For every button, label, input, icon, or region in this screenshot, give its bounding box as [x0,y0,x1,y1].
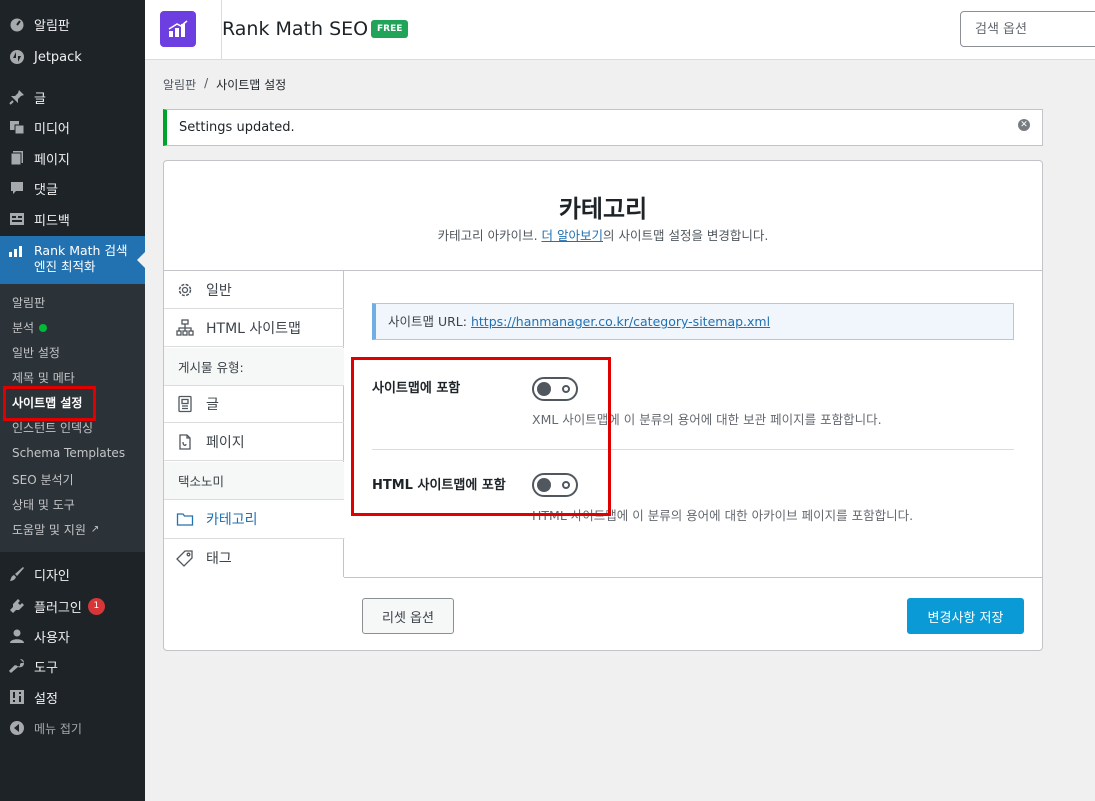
settings-updated-notice: Settings updated. ✕ [163,109,1043,146]
sidebar-item-appearance[interactable]: 디자인 [0,559,145,589]
submenu-seo-analyzer[interactable]: SEO 분석기 [12,471,74,488]
sidebar-item-users[interactable]: 사용자 [0,621,145,651]
dashboard-icon [0,16,34,32]
tab-tags[interactable]: 태그 [164,539,344,577]
settings-tabs: 일반 HTML 사이트맵 게시물 유형: 글 페이지 택소노미 카테고리 태그 [164,271,345,577]
learn-more-link[interactable]: 더 알아보기 [542,228,603,243]
sidebar-item-rank-math[interactable]: Rank Math 검색 엔진 최적화 [0,236,145,284]
sidebar-item-settings[interactable]: 설정 [0,682,145,712]
pin-icon [0,89,34,105]
collapse-icon [0,720,34,736]
tab-group-taxonomies: 택소노미 [164,462,344,500]
plugin-icon [0,598,34,614]
search-options-input[interactable] [961,12,1095,46]
breadcrumb-home[interactable]: 알림판 [163,76,196,93]
reset-options-button[interactable]: 리셋 옵션 [362,598,454,634]
post-icon [164,395,206,413]
notice-text: Settings updated. [179,120,295,135]
brush-icon [0,566,34,582]
dismiss-notice-icon[interactable]: ✕ [1018,119,1030,131]
tab-pages[interactable]: 페이지 [164,423,344,461]
sidebar-item-comments[interactable]: 댓글 [0,173,145,203]
breadcrumb-current: 사이트맵 설정 [216,78,287,92]
sidebar-item-pages[interactable]: 페이지 [0,143,145,173]
jetpack-icon [0,49,34,65]
sidebar-item-jetpack[interactable]: Jetpack [0,42,145,72]
comments-icon [0,180,34,196]
sidebar-item-feedback[interactable]: 피드백 [0,204,145,234]
submenu-schema-templates[interactable]: Schema Templates [12,446,125,460]
submenu-help-support[interactable]: 도움말 및 지원 ↗ [12,521,99,538]
submenu-general-settings[interactable]: 일반 설정 [12,344,60,361]
current-menu-arrow [137,252,145,268]
search-options-box[interactable] [960,11,1095,47]
folder-icon [164,511,206,527]
sidebar-item-dashboard[interactable]: 알림판 [0,9,145,39]
plugin-header: Rank Math SEO FREE [145,0,1095,60]
free-badge: FREE [371,20,409,38]
wrench-icon [0,658,34,674]
admin-sidebar: 알림판 Jetpack 글 미디어 페이지 댓글 피드백 Rank Math 검… [0,0,145,801]
sidebar-item-plugins[interactable]: 플러그인 1 [0,591,145,621]
tab-html-sitemap[interactable]: HTML 사이트맵 [164,309,344,347]
feedback-icon [0,211,34,227]
tab-categories[interactable]: 카테고리 [164,500,345,539]
tab-general[interactable]: 일반 [164,271,344,309]
submenu-titles-meta[interactable]: 제목 및 메타 [12,369,75,386]
tag-icon [164,549,206,567]
pages-icon [0,150,34,166]
tab-posts[interactable]: 글 [164,385,344,423]
panel-footer: 리셋 옵션 변경사항 저장 [344,577,1042,650]
highlight-box-sidebar [3,386,96,421]
sidebar-item-posts[interactable]: 글 [0,82,145,112]
sitemap-url-box: 사이트맵 URL: https://hanmanager.co.kr/categ… [372,303,1014,340]
highlight-box-options [351,357,611,516]
sidebar-item-media[interactable]: 미디어 [0,112,145,142]
page-description: 카테고리 아카이브. 더 알아보기의 사이트맵 설정을 변경합니다. [437,228,769,243]
gear-icon [164,281,206,299]
panel-header: 카테고리 카테고리 아카이브. 더 알아보기의 사이트맵 설정을 변경합니다. [164,161,1042,271]
submenu-analytics[interactable]: 분석 [12,319,48,336]
sitemap-url-link[interactable]: https://hanmanager.co.kr/category-sitema… [471,314,770,329]
page-title: 카테고리 [558,195,648,223]
settings-icon [0,689,34,705]
media-icon [0,119,34,135]
rank-math-logo [160,11,196,47]
submenu-instant-indexing[interactable]: 인스턴트 인덱싱 [12,419,93,436]
breadcrumb-separator: / [204,76,209,90]
sitemap-icon [164,318,206,337]
sidebar-item-tools[interactable]: 도구 [0,651,145,681]
collapse-menu-button[interactable]: 메뉴 접기 [0,713,145,743]
breadcrumb: 알림판 / 사이트맵 설정 [163,76,286,93]
page-icon [164,433,206,451]
tab-group-post-types: 게시물 유형: [164,348,344,386]
app-title: Rank Math SEO [222,18,369,40]
update-count-badge: 1 [87,597,105,615]
external-link-icon: ↗ [90,524,100,535]
user-icon [0,628,34,644]
rank-math-icon [0,244,34,262]
save-changes-button[interactable]: 변경사항 저장 [907,598,1024,634]
submenu-dashboard[interactable]: 알림판 [12,294,45,311]
submenu-status-tools[interactable]: 상태 및 도구 [12,496,75,513]
status-dot-icon [39,323,48,332]
